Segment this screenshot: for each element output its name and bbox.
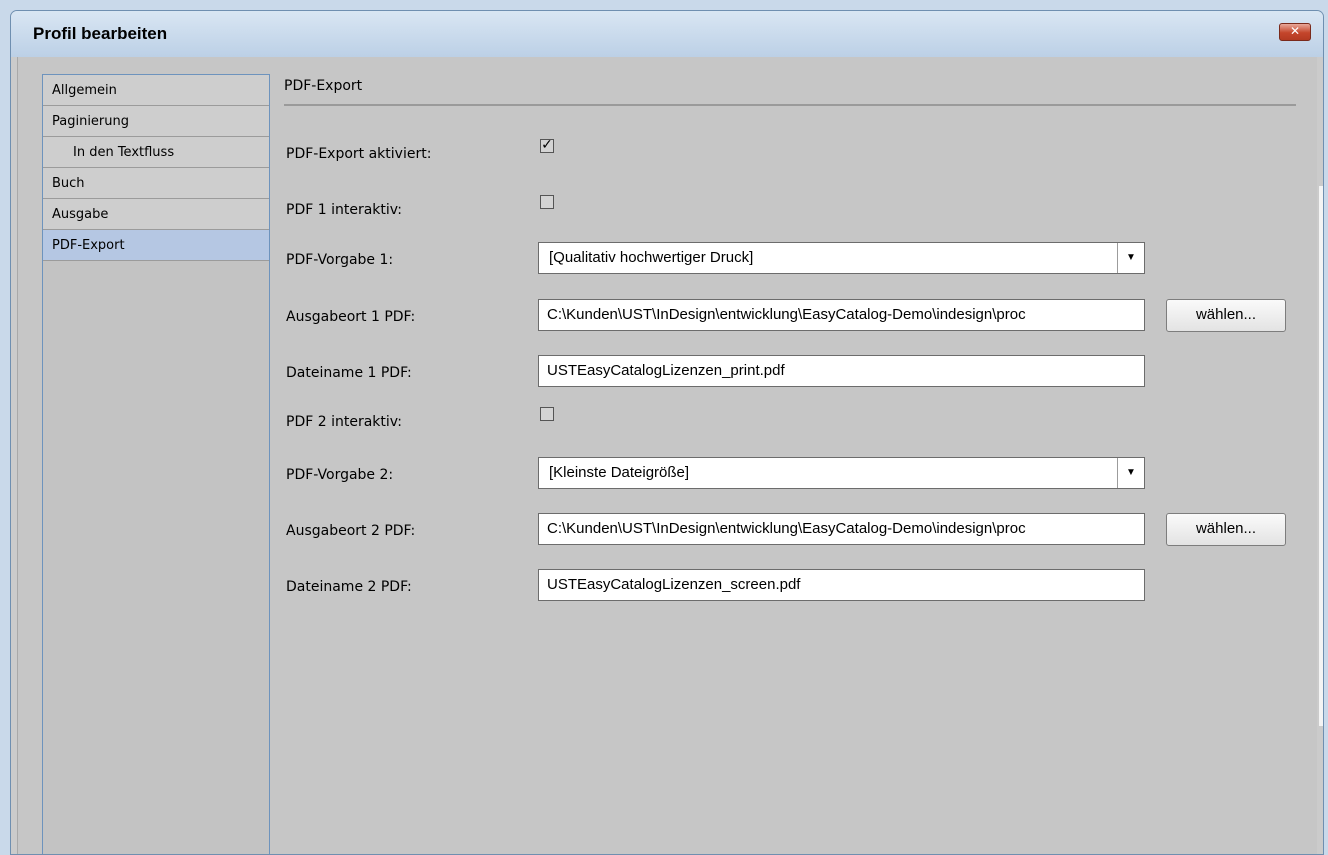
pdf2-interactive-checkbox[interactable] (540, 407, 554, 421)
row-filename-1: Dateiname 1 PDF: USTEasyCatalogLizenzen_… (282, 355, 1292, 387)
pdf-preset-2-label: PDF-Vorgabe 2: (286, 467, 394, 483)
row-pdf-preset-2: PDF-Vorgabe 2: [Kleinste Dateigröße] ▼ (282, 457, 1292, 489)
sidebar-item-allgemein[interactable]: Allgemein (43, 75, 269, 106)
pdf-preset-1-label: PDF-Vorgabe 1: (286, 252, 394, 268)
row-output-1: Ausgabeort 1 PDF: C:\Kunden\UST\InDesign… (282, 299, 1292, 332)
pdf1-interactive-checkbox[interactable] (540, 195, 554, 209)
row-export-enabled: PDF-Export aktiviert: ✓ (282, 136, 1292, 168)
export-enabled-label: PDF-Export aktiviert: (286, 146, 432, 162)
sidebar-item-label: PDF-Export (52, 238, 125, 253)
window-edge (1319, 186, 1323, 726)
sidebar-item-label: Paginierung (52, 114, 130, 129)
settings-panel: PDF-Export PDF-Export aktiviert: ✓ PDF 1… (282, 74, 1296, 854)
close-icon: ✕ (1289, 24, 1301, 38)
check-icon: ✓ (541, 137, 553, 153)
filename-2-label: Dateiname 2 PDF: (286, 579, 412, 595)
output-2-field[interactable]: C:\Kunden\UST\InDesign\entwicklung\EasyC… (538, 513, 1145, 545)
section-title: PDF-Export (284, 78, 363, 94)
sidebar-item-textfluss[interactable]: In den Textfluss (43, 137, 269, 168)
sidebar-item-paginierung[interactable]: Paginierung (43, 106, 269, 137)
dropdown-arrow-icon: ▼ (1117, 458, 1144, 488)
sidebar-item-buch[interactable]: Buch (43, 168, 269, 199)
sidebar-item-label: Ausgabe (52, 207, 109, 222)
pdf-preset-1-select[interactable]: [Qualitativ hochwertiger Druck] ▼ (538, 242, 1145, 274)
row-filename-2: Dateiname 2 PDF: USTEasyCatalogLizenzen_… (282, 569, 1292, 601)
export-enabled-checkbox[interactable]: ✓ (540, 137, 554, 153)
output-1-field[interactable]: C:\Kunden\UST\InDesign\entwicklung\EasyC… (538, 299, 1145, 331)
filename-1-field[interactable]: USTEasyCatalogLizenzen_print.pdf (538, 355, 1145, 387)
sidebar-item-label: Buch (52, 176, 85, 191)
filename-2-field[interactable]: USTEasyCatalogLizenzen_screen.pdf (538, 569, 1145, 601)
output-1-label: Ausgabeort 1 PDF: (286, 309, 416, 325)
filename-1-label: Dateiname 1 PDF: (286, 365, 412, 381)
sidebar-item-pdf-export[interactable]: PDF-Export (43, 230, 269, 261)
pdf-preset-1-value: [Qualitativ hochwertiger Druck] (549, 249, 754, 266)
sidebar-item-label: Allgemein (52, 83, 117, 98)
row-pdf2-interactive: PDF 2 interaktiv: (282, 404, 1292, 436)
dialog-window: Profil bearbeiten ✕ Allgemein Paginierun… (10, 10, 1324, 855)
dialog-body: Allgemein Paginierung In den Textfluss B… (17, 57, 1317, 854)
sidebar-item-ausgabe[interactable]: Ausgabe (43, 199, 269, 230)
close-button[interactable]: ✕ (1279, 23, 1311, 41)
category-list: Allgemein Paginierung In den Textfluss B… (42, 74, 270, 854)
pdf1-interactive-label: PDF 1 interaktiv: (286, 202, 403, 218)
choose-output-1-button[interactable]: wählen... (1166, 299, 1286, 332)
sidebar-item-label: In den Textfluss (73, 145, 175, 160)
pdf-preset-2-select[interactable]: [Kleinste Dateigröße] ▼ (538, 457, 1145, 489)
dialog-title: Profil bearbeiten (33, 24, 168, 43)
title-bar: Profil bearbeiten ✕ (11, 11, 1323, 57)
dropdown-arrow-icon: ▼ (1117, 243, 1144, 273)
pdf2-interactive-label: PDF 2 interaktiv: (286, 414, 403, 430)
row-pdf-preset-1: PDF-Vorgabe 1: [Qualitativ hochwertiger … (282, 242, 1292, 274)
output-2-label: Ausgabeort 2 PDF: (286, 523, 416, 539)
choose-output-2-button[interactable]: wählen... (1166, 513, 1286, 546)
section-divider (284, 104, 1296, 106)
row-output-2: Ausgabeort 2 PDF: C:\Kunden\UST\InDesign… (282, 513, 1292, 546)
row-pdf1-interactive: PDF 1 interaktiv: (282, 192, 1292, 224)
pdf-preset-2-value: [Kleinste Dateigröße] (549, 464, 690, 481)
